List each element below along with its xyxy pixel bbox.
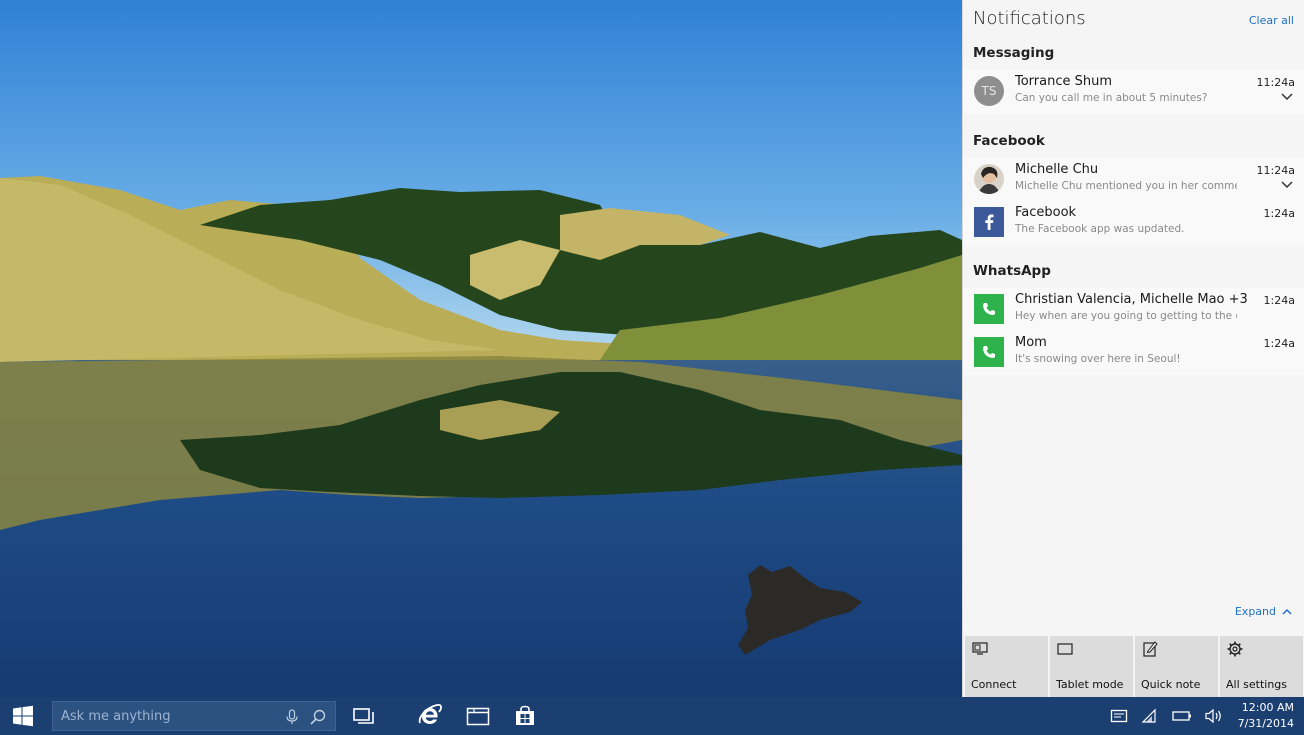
task-view-icon <box>353 708 374 724</box>
quick-action-label: Tablet mode <box>1056 678 1124 691</box>
tray-battery[interactable] <box>1170 697 1194 735</box>
search-icon[interactable] <box>309 708 327 726</box>
volume-icon <box>1205 708 1221 724</box>
file-explorer-button[interactable] <box>458 697 498 735</box>
tablet-mode-icon <box>1057 643 1073 655</box>
expand-label: Expand <box>1234 605 1276 618</box>
profile-photo <box>974 164 1004 194</box>
notification-michelle-chu[interactable]: Michelle Chu Michelle Chu mentioned you … <box>963 158 1304 202</box>
network-icon <box>1141 708 1156 723</box>
person-avatar: TS <box>974 76 1004 106</box>
notification-mom[interactable]: Mom It's snowing over here in Seoul! 1:2… <box>963 331 1304 375</box>
internet-explorer-icon <box>418 703 442 724</box>
battery-icon <box>1172 711 1191 721</box>
group-header-whatsapp: WhatsApp <box>973 263 1051 279</box>
internet-explorer-button[interactable] <box>410 697 450 735</box>
quick-note-icon <box>1143 641 1158 657</box>
tray-volume[interactable] <box>1202 697 1226 735</box>
connect-icon <box>972 642 988 655</box>
icon-container <box>973 336 1005 368</box>
notification-facebook-app[interactable]: Facebook The Facebook app was updated. 1… <box>963 201 1304 245</box>
quick-action-connect[interactable]: Connect <box>965 636 1048 697</box>
notification-message: Can you call me in about 5 minutes? <box>1015 92 1208 104</box>
notification-title: Michelle Chu <box>1015 162 1099 177</box>
taskbar: Ask me anything 12:00 AM 7/31/2014 <box>0 697 1304 735</box>
clear-all-link[interactable]: Clear all <box>1249 14 1294 27</box>
chevron-down-icon[interactable] <box>1281 180 1293 190</box>
quick-actions-bar: Connect Tablet mode Quick note All setti… <box>963 636 1304 697</box>
whatsapp-phone-icon <box>974 294 1004 324</box>
notification-time: 1:24a <box>1263 294 1295 307</box>
notification-message: It's snowing over here in Seoul! <box>1015 353 1181 365</box>
search-placeholder: Ask me anything <box>61 709 171 724</box>
clock-time: 12:00 AM <box>1241 701 1294 714</box>
chevron-up-icon <box>1282 608 1292 615</box>
tray-action-center[interactable] <box>1108 697 1130 735</box>
file-explorer-icon <box>466 707 490 726</box>
quick-action-label: Quick note <box>1141 678 1201 691</box>
action-center-title: Notifications <box>973 8 1086 29</box>
store-button[interactable] <box>505 697 545 735</box>
notification-christian-valencia[interactable]: Christian Valencia, Michelle Mao +3 Hey … <box>963 288 1304 332</box>
chevron-down-icon[interactable] <box>1281 92 1293 102</box>
microphone-icon[interactable] <box>285 709 299 725</box>
facebook-icon <box>974 207 1004 237</box>
avatar-container <box>973 163 1005 195</box>
notification-time: 1:24a <box>1263 207 1295 220</box>
action-center-panel: Notifications Clear all Messaging TS Tor… <box>962 0 1304 697</box>
notification-title: Christian Valencia, Michelle Mao +3 <box>1015 292 1248 307</box>
windows-logo-icon <box>13 705 33 727</box>
expand-button[interactable]: Expand <box>1235 605 1292 618</box>
gear-icon <box>1227 641 1243 657</box>
avatar-container: TS <box>973 75 1005 107</box>
group-header-messaging: Messaging <box>973 45 1055 61</box>
clock-date: 7/31/2014 <box>1237 717 1294 730</box>
quick-action-tablet-mode[interactable]: Tablet mode <box>1050 636 1133 697</box>
notification-message: Michelle Chu mentioned you in her commen… <box>1015 180 1237 192</box>
icon-container <box>973 206 1005 238</box>
whatsapp-phone-icon <box>974 337 1004 367</box>
notification-message: The Facebook app was updated. <box>1015 223 1185 235</box>
quick-action-label: All settings <box>1226 678 1287 691</box>
notification-message: Hey when are you going to getting to the… <box>1015 310 1237 322</box>
action-center-icon <box>1110 709 1128 723</box>
cortana-search-box[interactable]: Ask me anything <box>52 701 336 731</box>
quick-action-all-settings[interactable]: All settings <box>1220 636 1303 697</box>
notification-title: Torrance Shum <box>1015 74 1113 89</box>
quick-action-quick-note[interactable]: Quick note <box>1135 636 1218 697</box>
taskbar-clock[interactable]: 12:00 AM 7/31/2014 <box>1238 700 1294 732</box>
notification-title: Mom <box>1015 335 1047 350</box>
landscape-illustration <box>0 0 962 697</box>
tray-network[interactable] <box>1138 697 1160 735</box>
notification-time: 11:24a <box>1256 76 1295 89</box>
start-button[interactable] <box>0 697 46 735</box>
store-icon <box>516 705 534 725</box>
task-view-button[interactable] <box>344 697 384 735</box>
icon-container <box>973 293 1005 325</box>
notification-torrance-shum[interactable]: TS Torrance Shum Can you call me in abou… <box>963 70 1304 114</box>
notification-time: 11:24a <box>1256 164 1295 177</box>
notification-title: Facebook <box>1015 205 1077 220</box>
desktop-wallpaper <box>0 0 962 697</box>
quick-action-label: Connect <box>971 678 1017 691</box>
group-header-facebook: Facebook <box>973 133 1045 149</box>
notification-time: 1:24a <box>1263 337 1295 350</box>
